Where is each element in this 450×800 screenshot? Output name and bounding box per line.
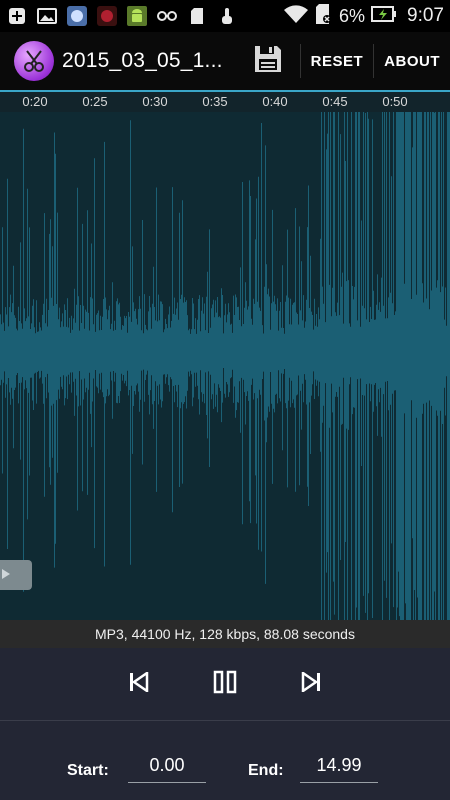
- timeline-tick: 0:40: [262, 94, 288, 109]
- battery-charging-icon: [371, 5, 397, 28]
- waveform-center-band: [0, 342, 450, 362]
- waveform[interactable]: [0, 112, 450, 620]
- pause-button[interactable]: [208, 667, 242, 701]
- image-icon: [36, 6, 58, 26]
- about-button[interactable]: ABOUT: [374, 32, 450, 90]
- battery-percent: 6%: [339, 5, 366, 26]
- save-button[interactable]: [244, 32, 292, 90]
- timeline-tick: 0:30: [142, 94, 168, 109]
- timeline-tick: 0:25: [82, 94, 108, 109]
- floppy-disk-icon: [253, 44, 283, 79]
- file-title: 2015_03_05_1...: [62, 49, 223, 72]
- record-icon: [96, 6, 118, 26]
- skip-previous-icon: [129, 670, 149, 697]
- previous-button[interactable]: [122, 667, 156, 701]
- reset-button[interactable]: RESET: [301, 32, 374, 90]
- plus-box-icon: [6, 6, 28, 26]
- wifi-icon: [283, 4, 309, 29]
- start-label: Start:: [67, 762, 109, 779]
- waveform-area[interactable]: [0, 112, 450, 620]
- timeline-tick: 0:45: [322, 94, 348, 109]
- skip-next-icon: [301, 670, 321, 697]
- no-sim-icon: [315, 3, 333, 30]
- timeline-tick: 0:50: [382, 94, 408, 109]
- start-marker-handle[interactable]: [0, 560, 32, 590]
- playback-controls: [0, 648, 450, 720]
- next-button[interactable]: [294, 667, 328, 701]
- messenger-icon: [66, 6, 88, 26]
- waveform-trace: [0, 112, 450, 620]
- file-info-text: MP3, 44100 Hz, 128 kbps, 88.08 seconds: [95, 626, 355, 642]
- clock: 9:07: [407, 5, 444, 26]
- timeline-tick: 0:35: [202, 94, 228, 109]
- timeline-ruler: 0:20 0:25 0:30 0:35 0:40 0:45 0:50: [0, 90, 450, 112]
- end-time-input[interactable]: 14.99: [300, 753, 378, 783]
- sd-card-icon: [186, 6, 208, 26]
- start-time-input[interactable]: 0.00: [128, 753, 206, 783]
- touch-icon: [216, 6, 238, 26]
- end-label: End:: [248, 762, 284, 779]
- timeline-tick: 0:20: [22, 94, 48, 109]
- range-bar: Start: 0.00 End: 14.99: [0, 721, 450, 800]
- pause-icon: [213, 670, 237, 699]
- status-bar: 6% 9:07: [0, 0, 450, 32]
- android-icon: [126, 6, 148, 26]
- glasses-icon: [156, 6, 178, 26]
- play-arrow-icon: [2, 568, 10, 582]
- app-logo-icon[interactable]: [14, 41, 54, 81]
- file-info-bar: MP3, 44100 Hz, 128 kbps, 88.08 seconds: [0, 620, 450, 648]
- action-bar: 2015_03_05_1... RESET ABOUT: [0, 32, 450, 90]
